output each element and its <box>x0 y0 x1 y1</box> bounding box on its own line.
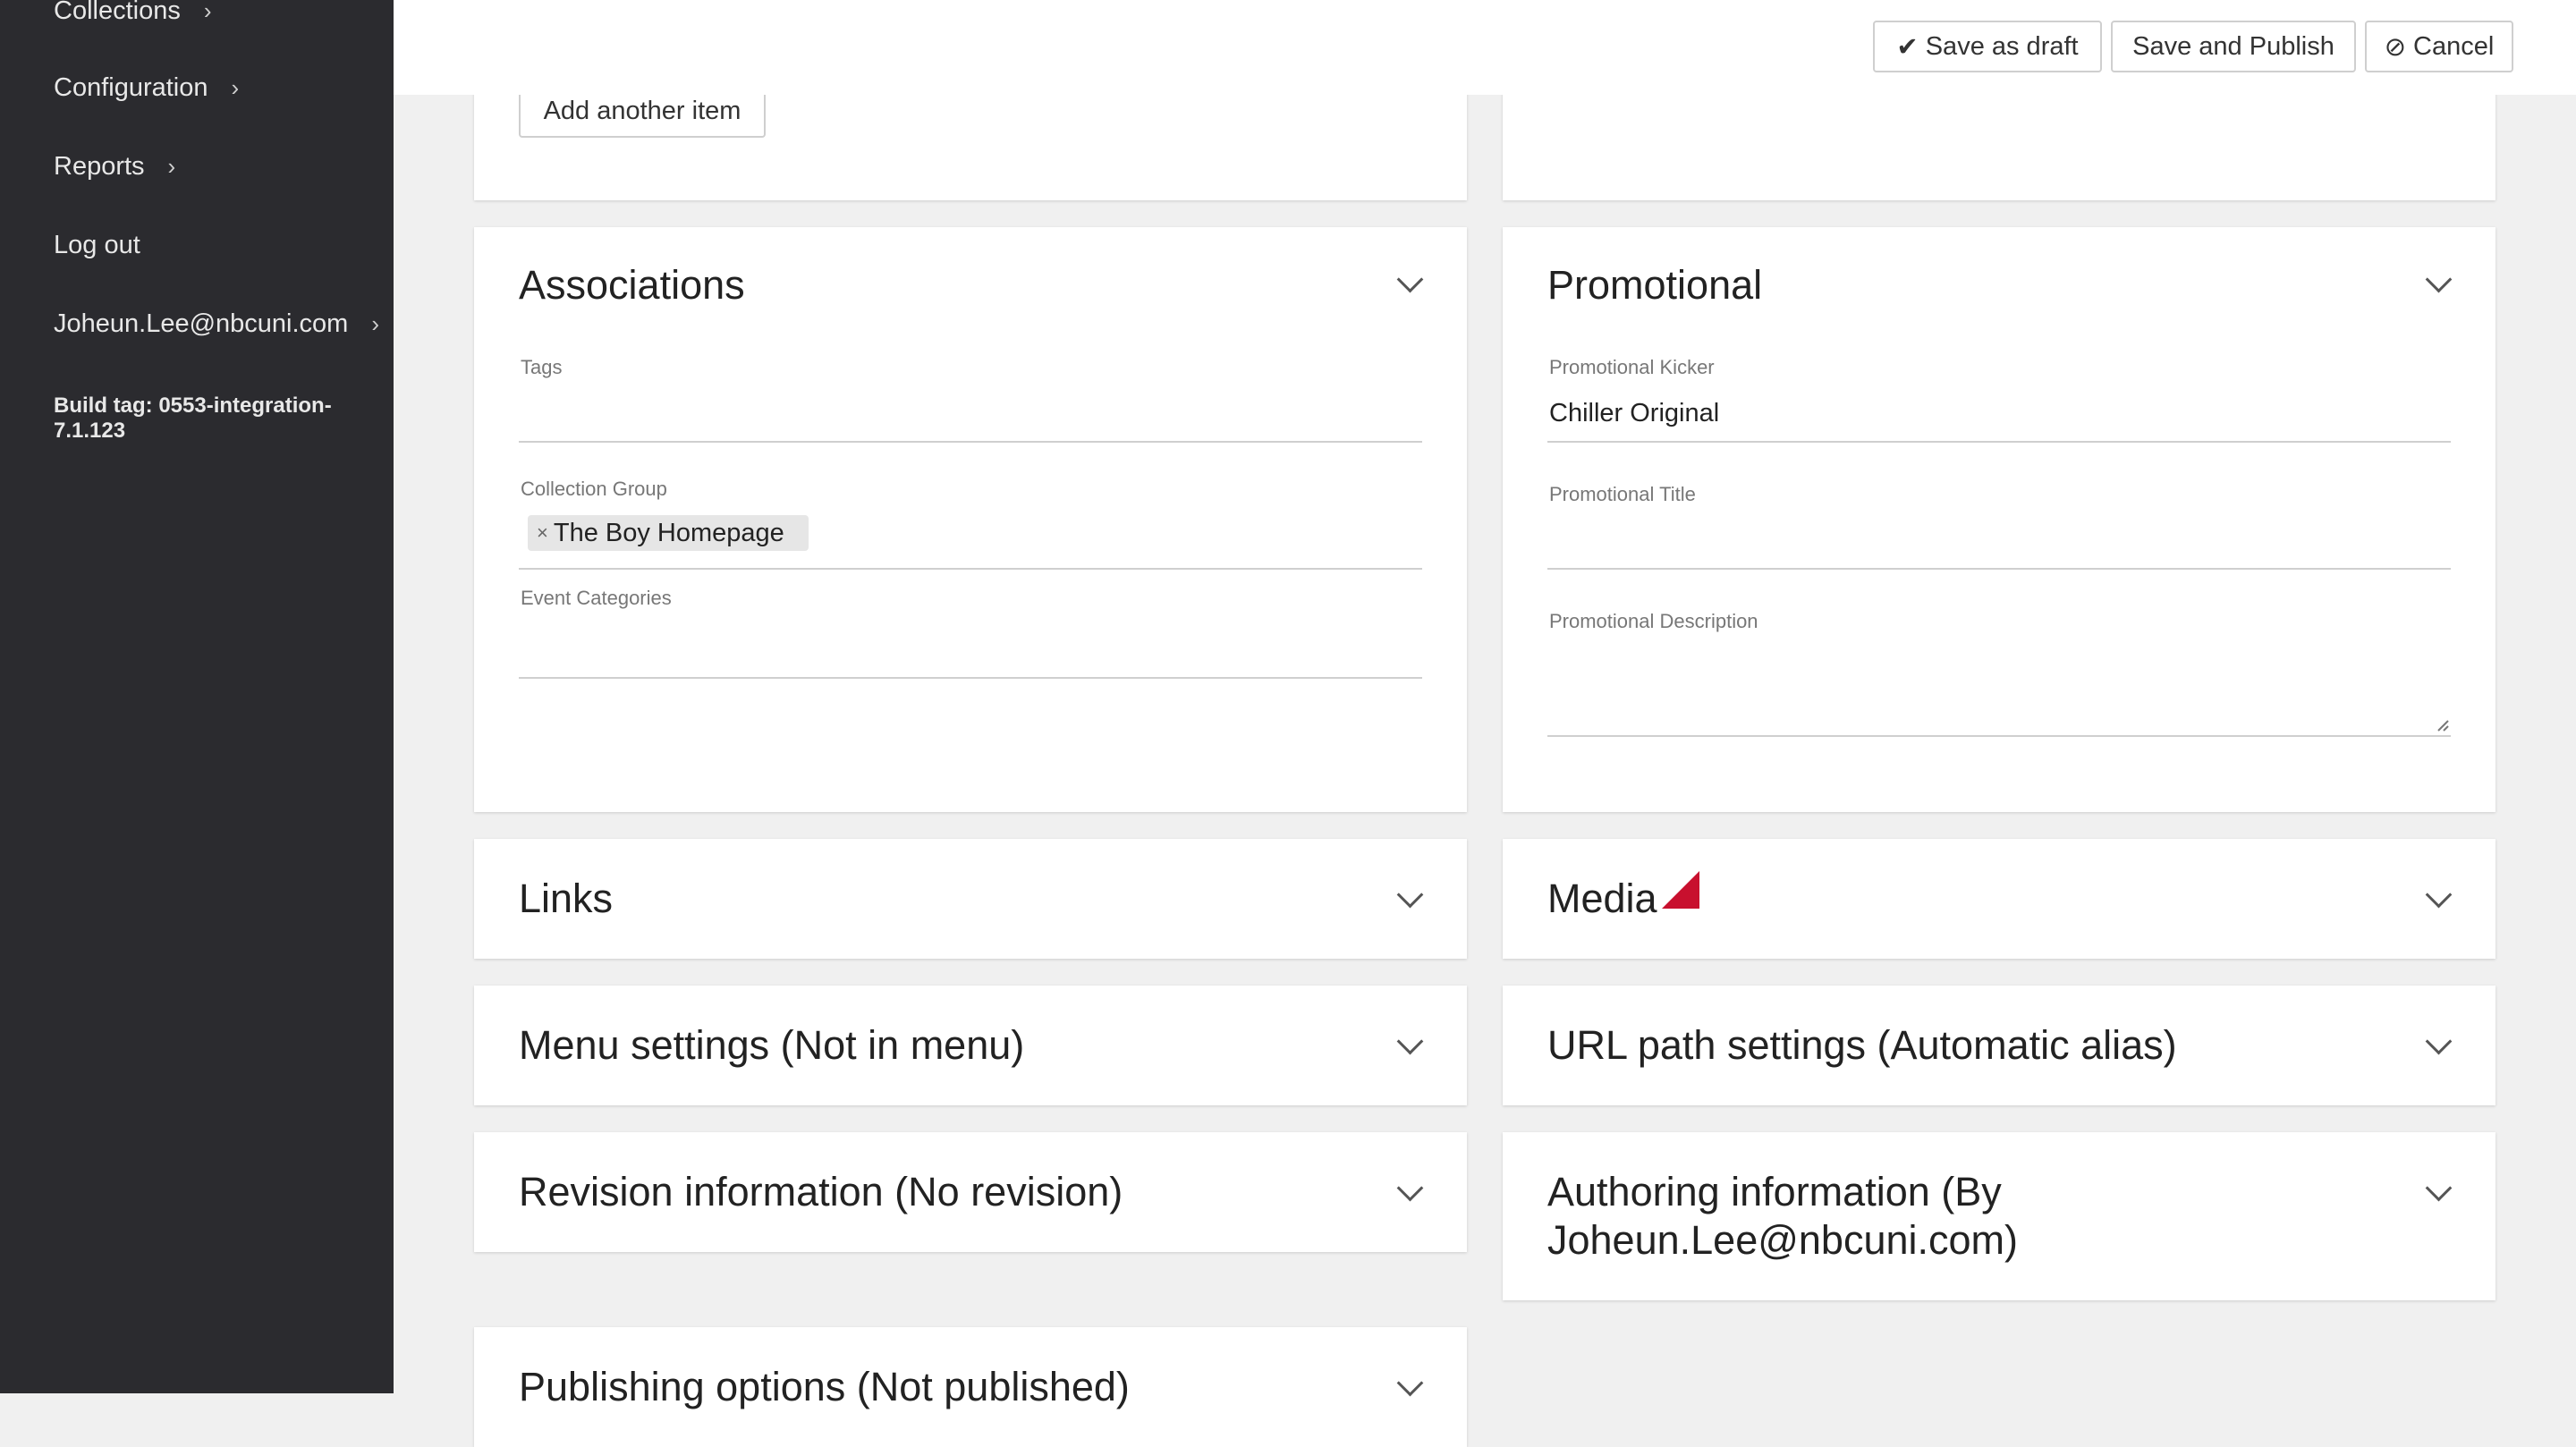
tags-input[interactable] <box>519 388 1422 442</box>
promotional-title-underline <box>1547 568 2451 570</box>
associations-panel: Associations Tags Collection Group × The… <box>474 227 1467 812</box>
promotional-kicker-underline <box>1547 441 2451 443</box>
collection-group-underline <box>519 568 1422 570</box>
panel-title: Media <box>1547 876 1657 921</box>
panel-title: URL path settings (Automatic alias) <box>1547 1022 2177 1068</box>
chevron-right-icon: › <box>167 153 176 180</box>
chevron-down-icon[interactable] <box>1396 881 1424 909</box>
save-publish-button[interactable]: Save and Publish <box>2111 21 2356 72</box>
warning-flag-icon <box>1662 871 1699 909</box>
tags-underline <box>519 441 1422 443</box>
chevron-down-icon[interactable] <box>2425 266 2453 293</box>
chevron-down-icon[interactable] <box>1396 266 1424 293</box>
panel-title-line2: Joheun.Lee@nbcuni.com) <box>1547 1217 2019 1263</box>
resize-handle-icon[interactable] <box>2436 719 2449 732</box>
links-panel[interactable]: Links <box>474 839 1467 959</box>
promotional-panel: Promotional Promotional Kicker Chiller O… <box>1503 227 2496 812</box>
check-icon: ✔ <box>1896 32 1919 62</box>
authoring-information-panel[interactable]: Authoring information (By Joheun.Lee@nbc… <box>1503 1132 2496 1300</box>
top-action-bar: ✔ Save as draft Save and Publish ⊘ Cance… <box>394 0 2576 95</box>
save-draft-button[interactable]: ✔ Save as draft <box>1873 21 2102 72</box>
media-panel[interactable]: Media <box>1503 839 2496 959</box>
panel-title: Menu settings (Not in menu) <box>519 1022 1025 1068</box>
collection-group-chip[interactable]: × The Boy Homepage <box>528 515 809 551</box>
promotional-description-underline <box>1547 735 2451 737</box>
sidebar-item-label: Joheun.Lee@nbcuni.com <box>54 309 349 338</box>
revision-information-panel[interactable]: Revision information (No revision) <box>474 1132 1467 1252</box>
sidebar-item-collections[interactable]: Collections › <box>54 0 212 26</box>
panel-title: Revision information (No revision) <box>519 1169 1123 1214</box>
chevron-right-icon: › <box>371 310 379 337</box>
chevron-down-icon[interactable] <box>1396 1028 1424 1055</box>
chevron-down-icon[interactable] <box>1396 1174 1424 1202</box>
sidebar-item-label: Configuration <box>54 73 208 102</box>
promotional-description-label: Promotional Description <box>1549 610 1758 632</box>
collection-group-label: Collection Group <box>521 478 667 500</box>
chevron-down-icon[interactable] <box>2425 1174 2453 1202</box>
promotional-title-input[interactable] <box>1547 513 2451 567</box>
event-categories-input[interactable] <box>519 621 1422 674</box>
save-draft-label: Save as draft <box>1925 31 2079 61</box>
sidebar-item-configuration[interactable]: Configuration › <box>54 73 239 103</box>
sidebar-item-label: Log out <box>54 231 140 259</box>
publishing-options-panel[interactable]: Publishing options (Not published) <box>474 1327 1467 1447</box>
chevron-right-icon: › <box>231 74 240 101</box>
event-categories-label: Event Categories <box>521 587 672 609</box>
build-tag: Build tag: 0553-integration-7.1.123 <box>54 393 332 443</box>
promotional-description-textarea[interactable] <box>1547 644 2451 737</box>
panel-title-line1: Authoring information (By <box>1547 1169 2002 1214</box>
menu-settings-panel[interactable]: Menu settings (Not in menu) <box>474 986 1467 1105</box>
sidebar-item-user[interactable]: Joheun.Lee@nbcuni.com › <box>54 309 379 339</box>
promotional-kicker-input[interactable]: Chiller Original <box>1549 399 1719 428</box>
remove-icon[interactable]: × <box>537 521 548 545</box>
chip-label: The Boy Homepage <box>553 518 784 547</box>
sidebar-item-logout[interactable]: Log out <box>54 231 140 260</box>
chevron-down-icon[interactable] <box>1396 1369 1424 1397</box>
cancel-icon: ⊘ <box>2384 32 2407 62</box>
panel-title: Links <box>519 876 614 921</box>
sidebar-item-reports[interactable]: Reports › <box>54 152 175 182</box>
panel-title: Promotional <box>1547 262 1763 308</box>
cancel-label: Cancel <box>2413 31 2495 61</box>
event-categories-underline <box>519 677 1422 679</box>
promotional-kicker-label: Promotional Kicker <box>1549 356 1715 378</box>
chevron-down-icon[interactable] <box>2425 881 2453 909</box>
sidebar-item-label: Reports <box>54 152 145 181</box>
panel-title: Publishing options (Not published) <box>519 1364 1130 1409</box>
chevron-right-icon: › <box>203 0 212 24</box>
tags-label: Tags <box>521 356 563 378</box>
cancel-button[interactable]: ⊘ Cancel <box>2365 21 2513 72</box>
panel-title: Associations <box>519 262 745 308</box>
save-publish-label: Save and Publish <box>2132 31 2334 61</box>
chevron-down-icon[interactable] <box>2425 1028 2453 1055</box>
url-path-settings-panel[interactable]: URL path settings (Automatic alias) <box>1503 986 2496 1105</box>
sidebar: Collections › Configuration › Reports › … <box>0 0 394 1393</box>
sidebar-item-label: Collections <box>54 0 181 25</box>
promotional-title-label: Promotional Title <box>1549 483 1696 505</box>
